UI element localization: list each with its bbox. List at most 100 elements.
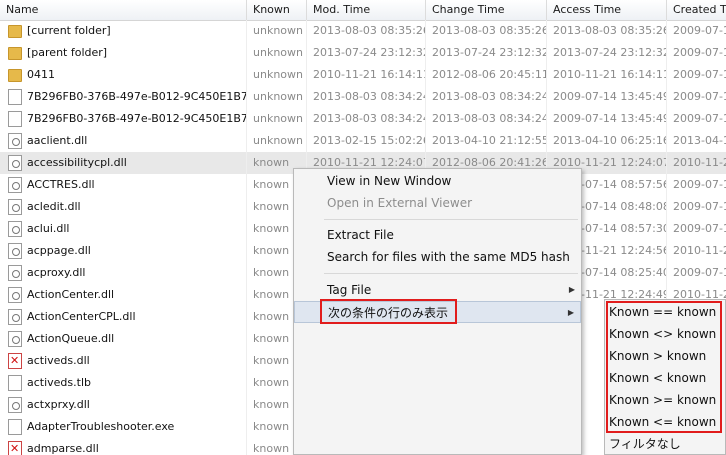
cell-access-time: 2013-04-10 06:25:16 <box>547 130 667 152</box>
file-icon <box>8 155 22 171</box>
file-name: acproxy.dll <box>27 266 86 279</box>
cell-known: unknown <box>247 20 307 42</box>
cell-access-time: 2009-07-14 13:45:49 <box>547 86 667 108</box>
cell-name: activeds.dll <box>0 350 247 372</box>
cell-name: [current folder] <box>0 20 247 42</box>
cell-name: acppage.dll <box>0 240 247 262</box>
cell-created-time: 2009-07-1 <box>667 86 726 108</box>
table-row[interactable]: [parent folder] unknown 2013-07-24 23:12:3… <box>0 42 726 64</box>
table-row[interactable]: 7B296FB0-376B-497e-B012-9C450E1B73 unknow… <box>0 108 726 130</box>
cell-access-time: 2013-07-24 23:12:32 <box>547 42 667 64</box>
cell-mod-time: 2013-08-03 08:35:26 <box>307 20 426 42</box>
file-name: activeds.dll <box>27 354 90 367</box>
cell-name: activeds.tlb <box>0 372 247 394</box>
column-header-change-time[interactable]: Change Time <box>426 0 547 20</box>
submenu-arrow-icon: ▶ <box>568 285 575 294</box>
highlight-box <box>320 299 457 324</box>
column-header-access-time[interactable]: Access Time <box>547 0 667 20</box>
table-row[interactable]: [current folder] unknown 2013-08-03 08:35:… <box>0 20 726 42</box>
column-header-created-time[interactable]: Created T <box>667 0 726 20</box>
file-icon <box>8 111 22 127</box>
cell-name: AdapterTroubleshooter.exe <box>0 416 247 438</box>
submenu-item-no-filter[interactable]: フィルタなし <box>609 433 681 455</box>
file-name: accessibilitycpl.dll <box>27 156 127 169</box>
cell-change-time: 2012-08-06 20:45:11 <box>426 64 547 86</box>
file-name: 7B296FB0-376B-497e-B012-9C450E1B73 <box>27 90 247 103</box>
cell-name: 0411 <box>0 64 247 86</box>
table-row[interactable]: 0411 unknown 2010-11-21 16:14:11 2012-08-06… <box>0 64 726 86</box>
cell-mod-time: 2013-08-03 08:34:24 <box>307 86 426 108</box>
file-name: acledit.dll <box>27 200 81 213</box>
file-icon <box>8 419 22 435</box>
missing-file-icon <box>8 353 22 369</box>
menu-item-view-new-window[interactable]: View in New Window <box>294 170 581 192</box>
submenu-arrow-icon: ▶ <box>567 308 574 317</box>
file-name: [parent folder] <box>27 46 108 59</box>
menu-separator <box>324 219 578 220</box>
menu-item-tag-file-label: Tag File <box>327 283 372 297</box>
menu-item-tag-file[interactable]: Tag File ▶ <box>294 279 581 301</box>
cell-mod-time: 2013-02-15 15:02:26 <box>307 130 426 152</box>
cell-created-time: 2009-07-1 <box>667 108 726 130</box>
menu-item-extract-file[interactable]: Extract File <box>294 224 581 246</box>
cell-created-time: 2009-07-1 <box>667 262 726 284</box>
cell-name: aaclient.dll <box>0 130 247 152</box>
cell-change-time: 2013-08-03 08:34:24 <box>426 108 547 130</box>
menu-separator <box>324 273 578 274</box>
cell-name: 7B296FB0-376B-497e-B012-9C450E1B73 <box>0 108 247 130</box>
table-row[interactable]: aaclient.dll unknown 2013-02-15 15:02:26 20… <box>0 130 726 152</box>
file-name: aclui.dll <box>27 222 70 235</box>
cell-created-time: 2009-07-1 <box>667 174 726 196</box>
file-name: ACCTRES.dll <box>27 178 95 191</box>
cell-name: admparse.dll <box>0 438 247 455</box>
cell-mod-time: 2013-08-03 08:34:24 <box>307 108 426 130</box>
cell-created-time: 2009-07-1 <box>667 20 726 42</box>
cell-name: acledit.dll <box>0 196 247 218</box>
cell-name: [parent folder] <box>0 42 247 64</box>
cell-created-time: 2010-11-2 <box>667 152 726 174</box>
file-icon <box>8 243 22 259</box>
table-row[interactable]: 7B296FB0-376B-497e-B012-9C450E1B73 unknow… <box>0 86 726 108</box>
file-name: AdapterTroubleshooter.exe <box>27 420 175 433</box>
cell-change-time: 2013-08-03 08:35:26 <box>426 20 547 42</box>
folder-icon <box>8 25 22 38</box>
cell-created-time: 2013-04-1 <box>667 130 726 152</box>
file-icon <box>8 133 22 149</box>
folder-icon <box>8 69 22 82</box>
file-icon <box>8 221 22 237</box>
cell-known: unknown <box>247 86 307 108</box>
file-icon <box>8 177 22 193</box>
column-header-name[interactable]: Name <box>0 0 247 20</box>
cell-created-time: 2010-11-2 <box>667 240 726 262</box>
cell-known: unknown <box>247 130 307 152</box>
cell-access-time: 2010-11-21 16:14:11 <box>547 64 667 86</box>
cell-change-time: 2013-07-24 23:12:32 <box>426 42 547 64</box>
column-header-known[interactable]: Known <box>247 0 307 20</box>
cell-mod-time: 2010-11-21 16:14:11 <box>307 64 426 86</box>
file-icon <box>8 89 22 105</box>
filter-submenu: Known == known Known <> known Known > kn… <box>604 299 726 455</box>
file-name: actxprxy.dll <box>27 398 90 411</box>
cell-access-time: 2013-08-03 08:35:26 <box>547 20 667 42</box>
file-name: admparse.dll <box>27 442 99 455</box>
file-name: ActionQueue.dll <box>27 332 115 345</box>
missing-file-icon <box>8 441 22 455</box>
cell-mod-time: 2013-07-24 23:12:32 <box>307 42 426 64</box>
file-name: ActionCenter.dll <box>27 288 115 301</box>
menu-item-search-md5[interactable]: Search for files with the same MD5 hash <box>294 246 581 268</box>
file-name: aaclient.dll <box>27 134 88 147</box>
cell-known: unknown <box>247 64 307 86</box>
cell-name: aclui.dll <box>0 218 247 240</box>
file-name: acppage.dll <box>27 244 91 257</box>
file-name: [current folder] <box>27 24 111 37</box>
menu-item-open-external-viewer[interactable]: Open in External Viewer <box>294 192 581 214</box>
file-name: activeds.tlb <box>27 376 91 389</box>
cell-created-time: 2009-07-1 <box>667 218 726 240</box>
column-header-mod-time[interactable]: Mod. Time <box>307 0 426 20</box>
cell-name: acproxy.dll <box>0 262 247 284</box>
folder-icon <box>8 47 22 60</box>
file-icon <box>8 375 22 391</box>
file-name: 7B296FB0-376B-497e-B012-9C450E1B73 <box>27 112 247 125</box>
cell-name: accessibilitycpl.dll <box>0 152 247 174</box>
cell-created-time: 2009-07-1 <box>667 64 726 86</box>
